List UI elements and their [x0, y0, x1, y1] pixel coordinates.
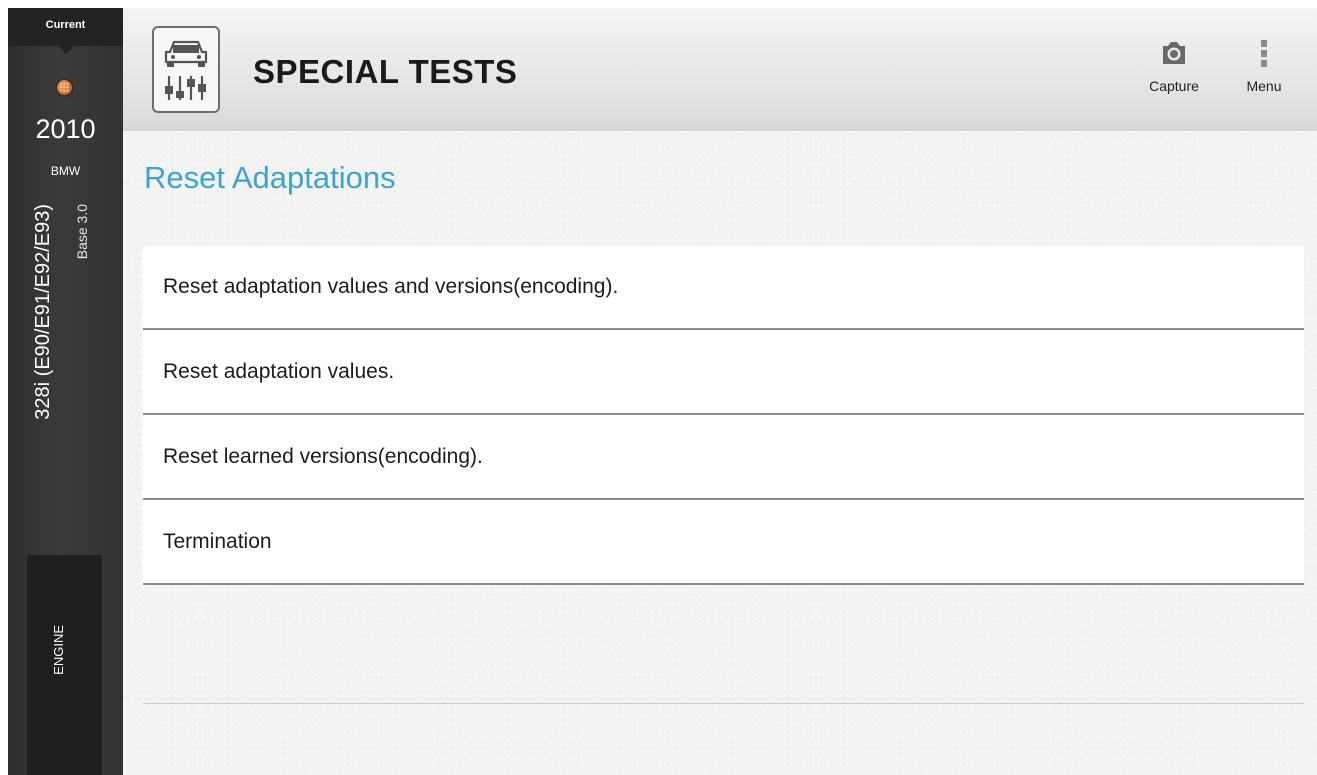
section-title: Reset Adaptations — [144, 160, 396, 195]
system-label: ENGINE — [51, 625, 66, 675]
connection-status-icon — [57, 80, 72, 95]
app-header: SPECIAL TESTS Capture Menu — [123, 8, 1317, 131]
menu-button[interactable]: Menu — [1234, 38, 1294, 100]
vehicle-make: BMW — [50, 164, 81, 178]
camera-icon — [1139, 38, 1209, 70]
vehicle-model: 328i (E90/E91/E92/E93) — [32, 204, 54, 420]
list-item[interactable]: Reset adaptation values. — [143, 330, 1304, 415]
list-item[interactable]: Reset learned versions(encoding). — [143, 415, 1304, 500]
capture-label: Capture — [1149, 78, 1199, 94]
car-tuning-icon — [152, 26, 220, 113]
vehicle-model-wrap: 328i (E90/E91/E92/E93) — [32, 204, 62, 504]
divider — [143, 703, 1304, 704]
page-title: SPECIAL TESTS — [253, 53, 518, 90]
list-item[interactable]: Termination — [143, 500, 1304, 585]
system-tab-engine[interactable]: ENGINE — [27, 555, 102, 775]
vehicle-year: 2010 — [35, 114, 96, 144]
vehicle-engine: Base 3.0 — [74, 204, 90, 260]
menu-label: Menu — [1246, 78, 1282, 94]
list-item[interactable]: Reset adaptation values and versions(enc… — [143, 246, 1304, 330]
test-list: Reset adaptation values and versions(enc… — [143, 246, 1304, 585]
vehicle-sidebar: Current 2010 BMW 328i (E90/E91/E92/E93) … — [8, 8, 123, 775]
current-label: Current — [45, 19, 86, 31]
vehicle-engine-wrap: Base 3.0 — [74, 204, 96, 304]
vertical-dots-icon — [1234, 38, 1294, 70]
capture-button[interactable]: Capture — [1139, 38, 1209, 100]
main-content: Reset Adaptations Reset adaptation value… — [123, 132, 1317, 775]
current-vehicle-tab[interactable]: Current — [8, 8, 123, 54]
